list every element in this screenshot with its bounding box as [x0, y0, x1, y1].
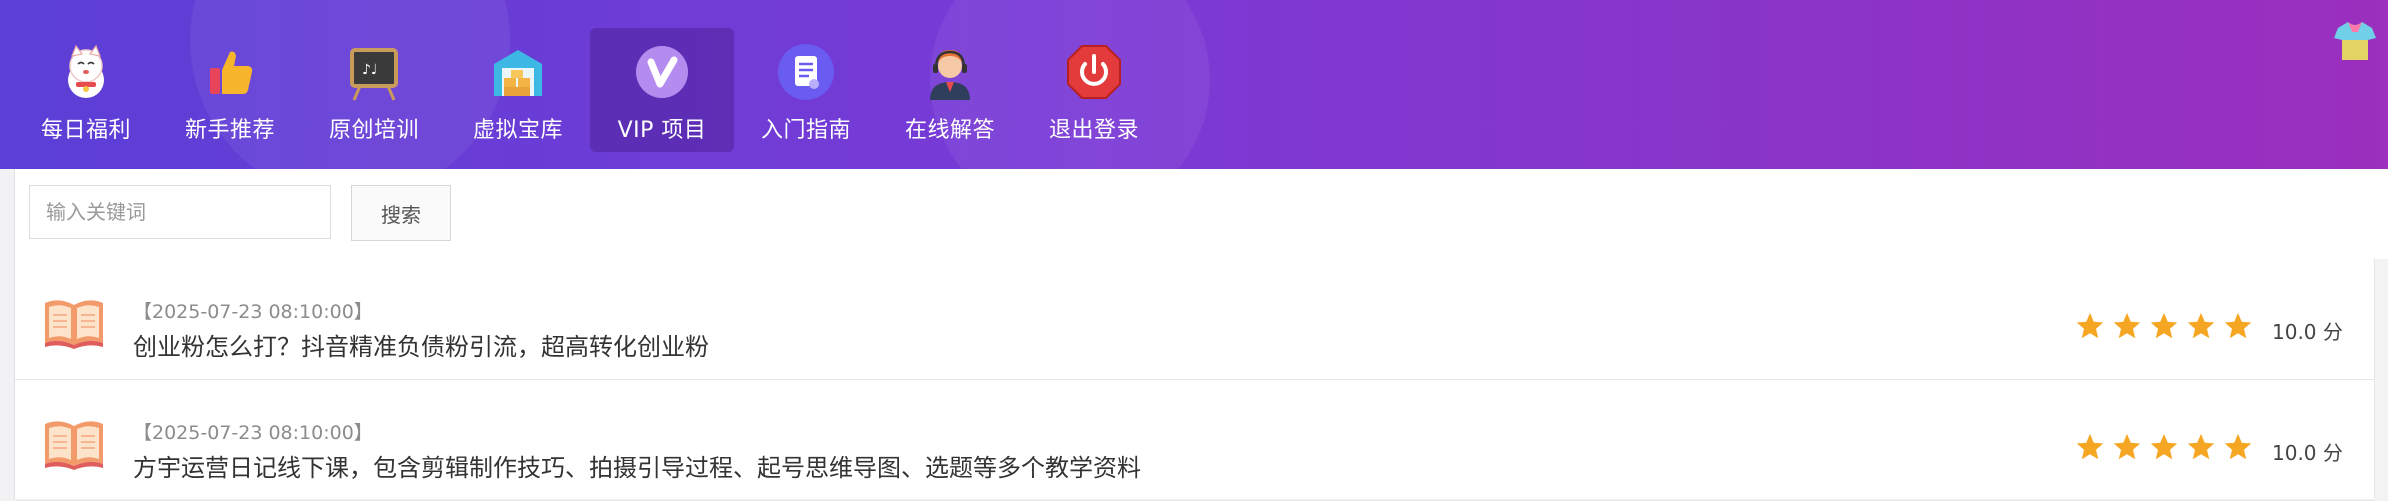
document-icon [774, 40, 838, 104]
nav-label: VIP 项目 [617, 118, 707, 143]
nav-item-online-answers[interactable]: 在线解答 [878, 0, 1022, 169]
article-date: 【2025-07-23 08:10:00】 [133, 301, 373, 323]
nav-item-vip-projects[interactable]: VIP 项目 [590, 28, 734, 152]
nav-item-beginner-picks[interactable]: 新手推荐 [158, 0, 302, 169]
search-button[interactable]: 搜索 [351, 185, 451, 241]
star-icon [2150, 312, 2178, 339]
chalkboard-icon: ♪♩ [342, 40, 406, 104]
top-navigation-bar: 每日福利 新手推荐 ♪♩ 原创培训 虚拟宝库 VIP 项目 入门指南 在线解答 … [0, 0, 2388, 169]
list-item[interactable]: 【2025-07-23 08:10:00】 创业粉怎么打？抖音精准负债粉引流，超… [15, 259, 2375, 380]
article-date: 【2025-07-23 08:10:00】 [133, 422, 373, 444]
scrollbar[interactable] [2374, 259, 2388, 499]
list-item[interactable]: 【2025-07-23 08:10:00】 方宇运营日记线下课，包含剪辑制作技巧… [15, 380, 2375, 501]
nav-item-logout[interactable]: 退出登录 [1022, 0, 1166, 169]
nav-label: 新手推荐 [184, 118, 275, 143]
rating-stars [2075, 311, 2253, 341]
star-icon [2187, 312, 2215, 339]
nav-item-original-training[interactable]: ♪♩ 原创培训 [302, 0, 446, 169]
thumbs-up-icon [198, 40, 262, 104]
star-icon [2113, 312, 2141, 339]
power-icon [1062, 40, 1126, 104]
nav-label: 入门指南 [760, 118, 851, 143]
main-content: 搜索 【2025-07-23 08:10:00】 创业粉怎么打？抖音精准负债粉引… [14, 169, 2388, 501]
vip-icon [630, 40, 694, 104]
support-agent-icon [918, 40, 982, 104]
warehouse-icon [486, 40, 550, 104]
lucky-cat-icon [54, 40, 118, 104]
nav-label: 原创培训 [328, 118, 419, 143]
book-icon [43, 297, 105, 349]
nav-label: 退出登录 [1048, 118, 1139, 143]
nav-label: 虚拟宝库 [472, 118, 563, 143]
article-score: 10.0 分 [2272, 441, 2343, 465]
star-icon [2150, 433, 2178, 460]
search-input[interactable] [29, 185, 331, 239]
nav-label: 在线解答 [904, 118, 995, 143]
main-nav: 每日福利 新手推荐 ♪♩ 原创培训 虚拟宝库 VIP 项目 入门指南 在线解答 … [14, 0, 1166, 169]
article-score: 10.0 分 [2272, 320, 2343, 344]
article-title[interactable]: 创业粉怎么打？抖音精准负债粉引流，超高转化创业粉 [133, 327, 709, 362]
star-icon [2076, 433, 2104, 460]
rating-stars [2075, 432, 2253, 462]
nav-label: 每日福利 [40, 118, 131, 143]
book-icon [43, 418, 105, 470]
star-icon [2076, 312, 2104, 339]
article-title[interactable]: 方宇运营日记线下课，包含剪辑制作技巧、拍摄引导过程、起号思维导图、选题等多个教学… [133, 448, 1141, 483]
star-icon [2224, 312, 2252, 339]
shirt-icon[interactable] [2332, 18, 2378, 64]
star-icon [2113, 433, 2141, 460]
nav-item-getting-started[interactable]: 入门指南 [734, 0, 878, 169]
star-icon [2224, 433, 2252, 460]
nav-item-daily-welfare[interactable]: 每日福利 [14, 0, 158, 169]
star-icon [2187, 433, 2215, 460]
nav-item-virtual-vault[interactable]: 虚拟宝库 [446, 0, 590, 169]
svg-text:♪♩: ♪♩ [362, 62, 378, 78]
